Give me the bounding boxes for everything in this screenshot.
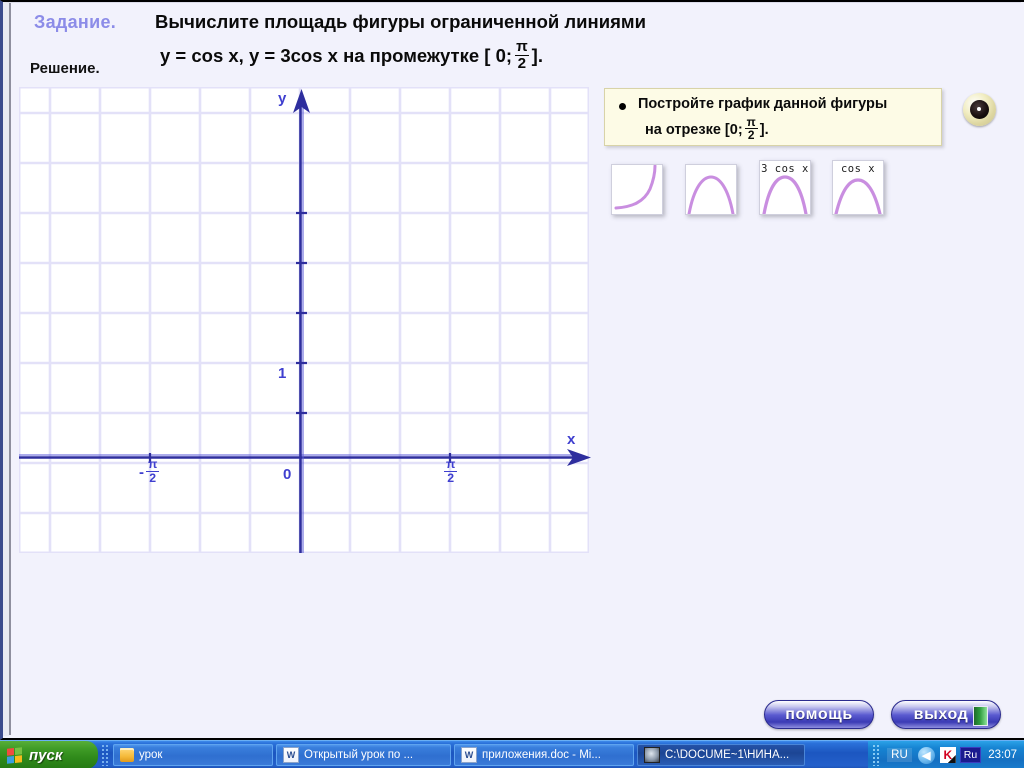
taskbar-item-active-app[interactable]: C:\DOCUME~1\НИНА... xyxy=(637,744,805,766)
callout-line1: Постройте график данной фигуры xyxy=(638,96,888,112)
taskbar-item-folder[interactable]: урок xyxy=(113,744,273,766)
taskbar-item-label: урок xyxy=(139,749,163,761)
thumbnail-3cos-x[interactable]: 3 cos x xyxy=(759,160,811,215)
app-icon xyxy=(644,747,660,763)
taskbar-item-word-2[interactable]: W приложения.doc - Mi... xyxy=(454,744,634,766)
task-text-line2: y = cos x, y = 3cos x на промежутке [ 0;… xyxy=(160,39,543,73)
graph-axes xyxy=(19,89,591,553)
folder-icon xyxy=(120,748,134,762)
taskbar-item-label: приложения.doc - Mi... xyxy=(482,749,601,761)
eye-glint xyxy=(977,107,981,111)
exp-curve-icon xyxy=(614,165,657,210)
origin-label: 0 xyxy=(283,466,292,483)
exit-button[interactable]: выход xyxy=(891,700,1001,729)
fraction-denominator: 2 xyxy=(514,54,530,72)
y-axis-label: y xyxy=(278,90,287,107)
thumbnail-arch-curve[interactable] xyxy=(685,164,737,215)
x-axis-label: x xyxy=(567,431,576,448)
eye-toggle-icon[interactable] xyxy=(963,93,996,126)
fraction-denominator: 2 xyxy=(146,470,160,485)
half-pi-fraction: π 2 xyxy=(514,39,530,72)
task-line2-prefix: y = cos x, y = 3cos x на промежутке [ 0; xyxy=(160,45,513,67)
thumbnail-exp-curve[interactable] xyxy=(611,164,663,215)
keyboard-layout-icon[interactable]: Ru xyxy=(959,747,982,763)
help-button[interactable]: помощь xyxy=(764,700,874,729)
thumbnail-caption: 3 cos x xyxy=(761,163,809,175)
clock[interactable]: 23:07 xyxy=(988,749,1017,761)
chevron-left-icon[interactable]: ◀ xyxy=(917,746,935,764)
minus-sign: - xyxy=(139,463,144,481)
presentation-slide: Задание. Решение. Вычислите площадь фигу… xyxy=(0,0,1024,740)
callout-line2-suffix: ]. xyxy=(759,121,769,138)
task-text-line1: Вычислите площадь фигуры ограниченной ли… xyxy=(155,11,646,32)
task-line2-suffix: ]. xyxy=(531,45,543,67)
start-button-label: пуск xyxy=(29,746,63,764)
callout-line2-prefix: на отрезке [0; xyxy=(645,121,743,138)
windows-logo-icon xyxy=(7,746,22,764)
system-tray: RU ◀ K Ru 23:07 xyxy=(868,741,1024,768)
zadanie-label: Задание. xyxy=(34,12,117,32)
language-indicator[interactable]: RU xyxy=(887,748,912,762)
thumbnail-caption: cos x xyxy=(840,163,876,175)
word-icon: W xyxy=(283,747,299,763)
coordinate-graph: y x 1 0 - π 2 π 2 xyxy=(19,87,591,553)
instruction-callout: Постройте график данной фигуры на отрезк… xyxy=(604,88,942,146)
bullet-icon xyxy=(619,103,626,110)
neg-half-pi-fraction: π 2 xyxy=(146,457,160,485)
taskbar-grip-handle[interactable] xyxy=(101,744,110,766)
exit-button-label: выход xyxy=(913,705,969,723)
eye-pupil xyxy=(970,100,989,119)
callout-line2: на отрезке [0; π 2 ]. xyxy=(645,115,769,143)
help-button-label: помощь xyxy=(785,705,853,723)
fraction-denominator: 2 xyxy=(744,128,758,142)
half-pi-fraction: π 2 xyxy=(744,115,758,142)
fraction-numerator: π xyxy=(446,457,456,471)
fraction-numerator: π xyxy=(746,115,756,129)
taskbar-item-label: C:\DOCUME~1\НИНА... xyxy=(665,749,790,761)
arch-curve-icon xyxy=(687,175,735,214)
start-button[interactable]: пуск xyxy=(0,741,98,768)
thumbnail-cos-x[interactable]: cos x xyxy=(832,160,884,215)
y-unit-label: 1 xyxy=(278,365,287,382)
door-icon xyxy=(973,706,988,726)
reshenie-label: Решение. xyxy=(30,60,100,77)
half-pi-fraction: π 2 xyxy=(444,457,458,485)
fraction-numerator: π xyxy=(148,457,158,471)
screen: Задание. Решение. Вычислите площадь фигу… xyxy=(0,0,1024,768)
taskbar-item-word-1[interactable]: W Открытый урок по ... xyxy=(276,744,451,766)
neg-half-pi-tick-label: - π 2 xyxy=(139,457,161,486)
word-icon: W xyxy=(461,747,477,763)
taskbar-item-label: Открытый урок по ... xyxy=(304,749,414,761)
windows-taskbar: пуск урок W Открытый урок по ... W прило… xyxy=(0,740,1024,768)
fraction-denominator: 2 xyxy=(444,470,458,485)
antivirus-icon[interactable]: K xyxy=(939,747,956,763)
tray-grip-handle[interactable] xyxy=(872,744,882,766)
half-pi-tick-label: π 2 xyxy=(442,457,459,486)
fraction-numerator: π xyxy=(516,38,528,55)
